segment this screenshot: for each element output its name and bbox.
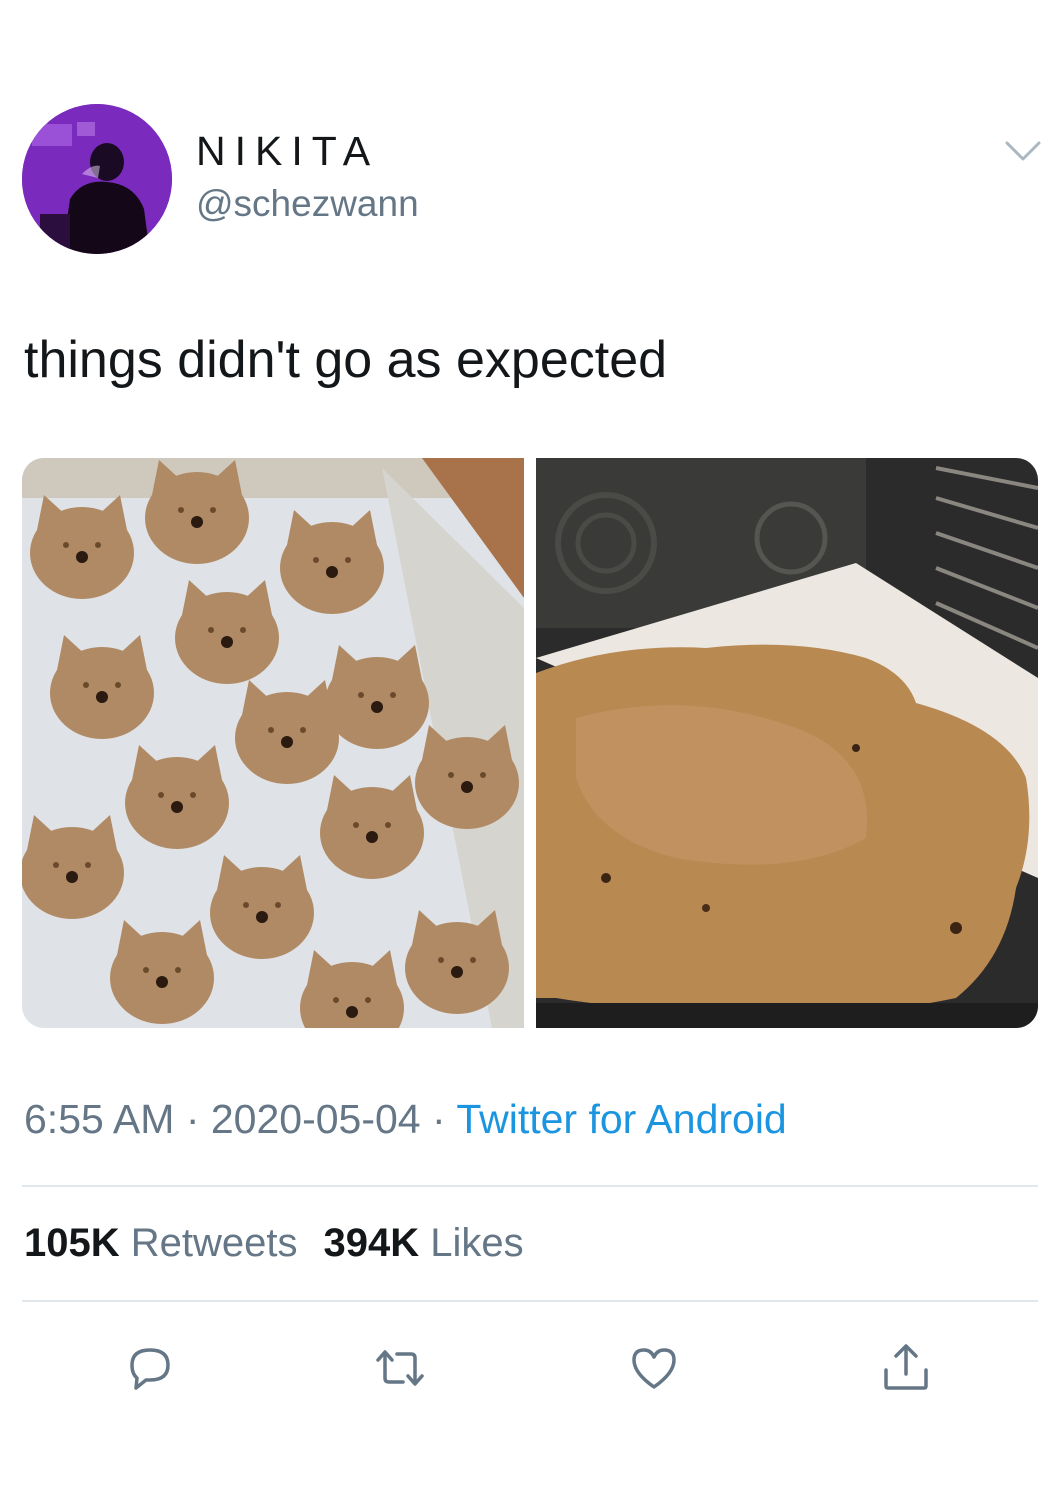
meta-separator: · bbox=[420, 1096, 457, 1142]
tweet-stats: 105K Retweets 394K Likes bbox=[24, 1221, 524, 1266]
cat-cookie bbox=[405, 910, 509, 1014]
likes-count: 394K bbox=[323, 1221, 420, 1265]
meta-separator: · bbox=[174, 1096, 211, 1142]
cat-cookie bbox=[110, 920, 214, 1024]
tweet-media bbox=[22, 458, 1038, 1028]
share-icon[interactable] bbox=[878, 1340, 934, 1396]
tweet-time: 6:55 AM bbox=[24, 1096, 175, 1142]
chevron-down-icon[interactable] bbox=[1003, 137, 1043, 165]
display-name[interactable]: NIKITA bbox=[196, 128, 379, 175]
tweet-date: 2020-05-04 bbox=[210, 1096, 421, 1142]
cat-cookie bbox=[210, 855, 314, 959]
cat-cookie bbox=[50, 635, 154, 739]
cat-cookie bbox=[235, 680, 339, 784]
likes-stat[interactable]: 394K Likes bbox=[324, 1221, 524, 1265]
photo-cookies-after[interactable] bbox=[536, 458, 1038, 1028]
photo-cookies-before[interactable] bbox=[22, 458, 524, 1028]
user-handle[interactable]: @schezwann bbox=[196, 183, 419, 225]
tweet-meta: 6:55 AM · 2020-05-04 · Twitter for Andro… bbox=[24, 1096, 787, 1143]
divider bbox=[22, 1185, 1038, 1187]
tweet: NIKITA @schezwann things didn't go as ex… bbox=[0, 0, 1050, 1500]
tweet-text: things didn't go as expected bbox=[24, 331, 668, 389]
reply-icon[interactable] bbox=[122, 1340, 178, 1396]
like-icon[interactable] bbox=[626, 1340, 682, 1396]
tweet-source-link[interactable]: Twitter for Android bbox=[456, 1096, 786, 1142]
retweet-icon[interactable] bbox=[372, 1340, 428, 1396]
cat-cookie bbox=[280, 510, 384, 614]
retweets-count: 105K bbox=[24, 1221, 120, 1265]
cat-cookie bbox=[415, 725, 519, 829]
cat-cookie bbox=[30, 495, 134, 599]
cat-cookie bbox=[125, 745, 229, 849]
cat-cookie bbox=[145, 460, 249, 564]
divider bbox=[22, 1300, 1038, 1302]
cat-cookie bbox=[320, 775, 424, 879]
retweets-stat[interactable]: 105K Retweets bbox=[24, 1221, 298, 1265]
cat-cookie bbox=[175, 580, 279, 684]
profile-photo bbox=[22, 104, 172, 254]
retweets-label: Retweets bbox=[130, 1221, 298, 1265]
cat-cookie bbox=[22, 815, 124, 919]
cat-cookie bbox=[325, 645, 429, 749]
avatar[interactable] bbox=[22, 104, 172, 254]
likes-label: Likes bbox=[430, 1221, 524, 1265]
